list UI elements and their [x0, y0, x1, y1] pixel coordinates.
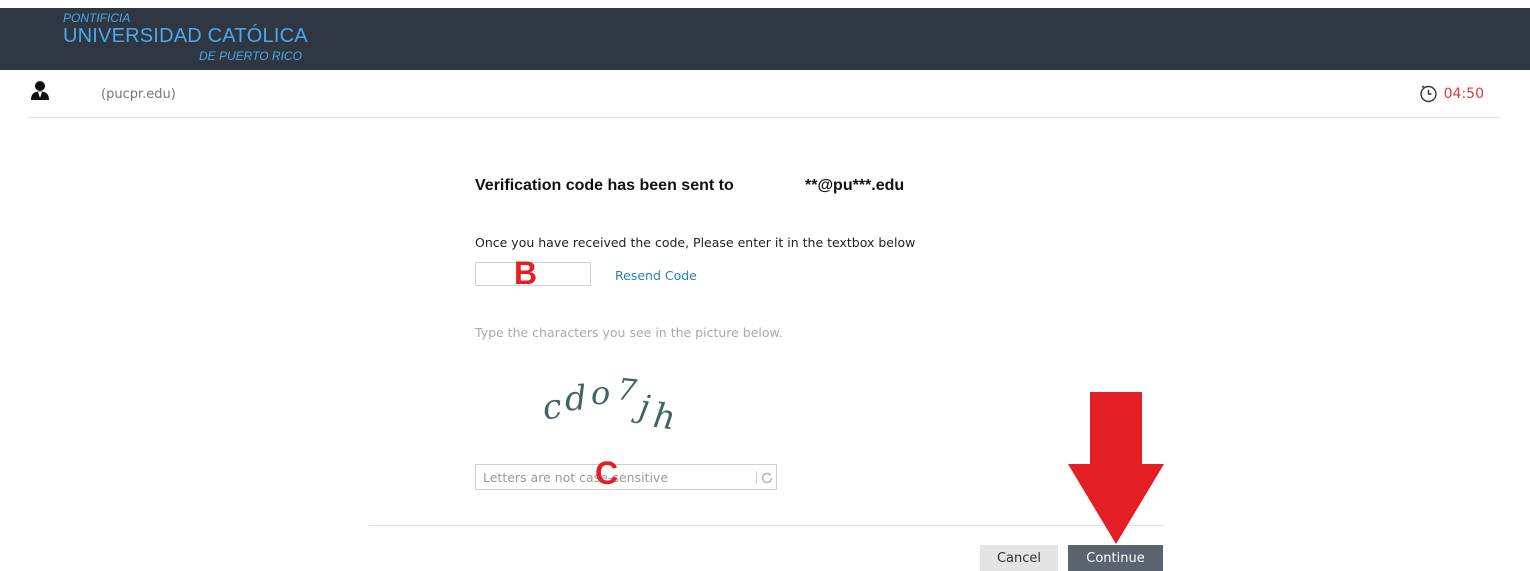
annotation-mark-c: C [595, 455, 619, 491]
resend-code-link[interactable]: Resend Code [615, 268, 697, 283]
clock-icon [1419, 84, 1438, 103]
session-timer: 04:50 [1419, 84, 1484, 103]
logo-line-puerto-rico: DE PUERTO RICO [199, 49, 302, 63]
annotation-down-arrow-icon [1068, 392, 1164, 544]
account-domain: (pucpr.edu) [101, 87, 176, 102]
svg-text:o: o [591, 374, 610, 412]
field-separator [756, 471, 757, 484]
verification-heading: Verification code has been sent to [475, 177, 734, 194]
logo-line-universidad: UNIVERSIDAD CATÓLICA [63, 25, 308, 47]
svg-text:h: h [651, 396, 678, 438]
user-info-row: (pucpr.edu) 04:50 [28, 80, 1500, 118]
captcha-prompt: Type the characters you see in the pictu… [475, 325, 783, 340]
svg-text:d: d [563, 378, 588, 419]
captcha-field [475, 464, 777, 490]
annotation-mark-b: B [514, 255, 538, 291]
continue-button[interactable]: Continue [1068, 545, 1163, 571]
captcha-image: c d o 7 j h [535, 370, 710, 438]
top-header-bar: PONTIFICIA UNIVERSIDAD CATÓLICA DE PUERT… [0, 8, 1530, 70]
refresh-icon[interactable] [760, 470, 774, 484]
code-instruction: Once you have received the code, Please … [475, 235, 916, 250]
action-divider [369, 525, 1164, 526]
svg-text:7: 7 [616, 372, 640, 409]
logo-line-pontificia: PONTIFICIA [63, 11, 131, 25]
user-icon [30, 80, 50, 102]
svg-text:c: c [540, 386, 564, 428]
cancel-button[interactable]: Cancel [980, 545, 1058, 571]
timer-value: 04:50 [1443, 85, 1484, 102]
masked-email: **@pu***.edu [805, 177, 905, 194]
